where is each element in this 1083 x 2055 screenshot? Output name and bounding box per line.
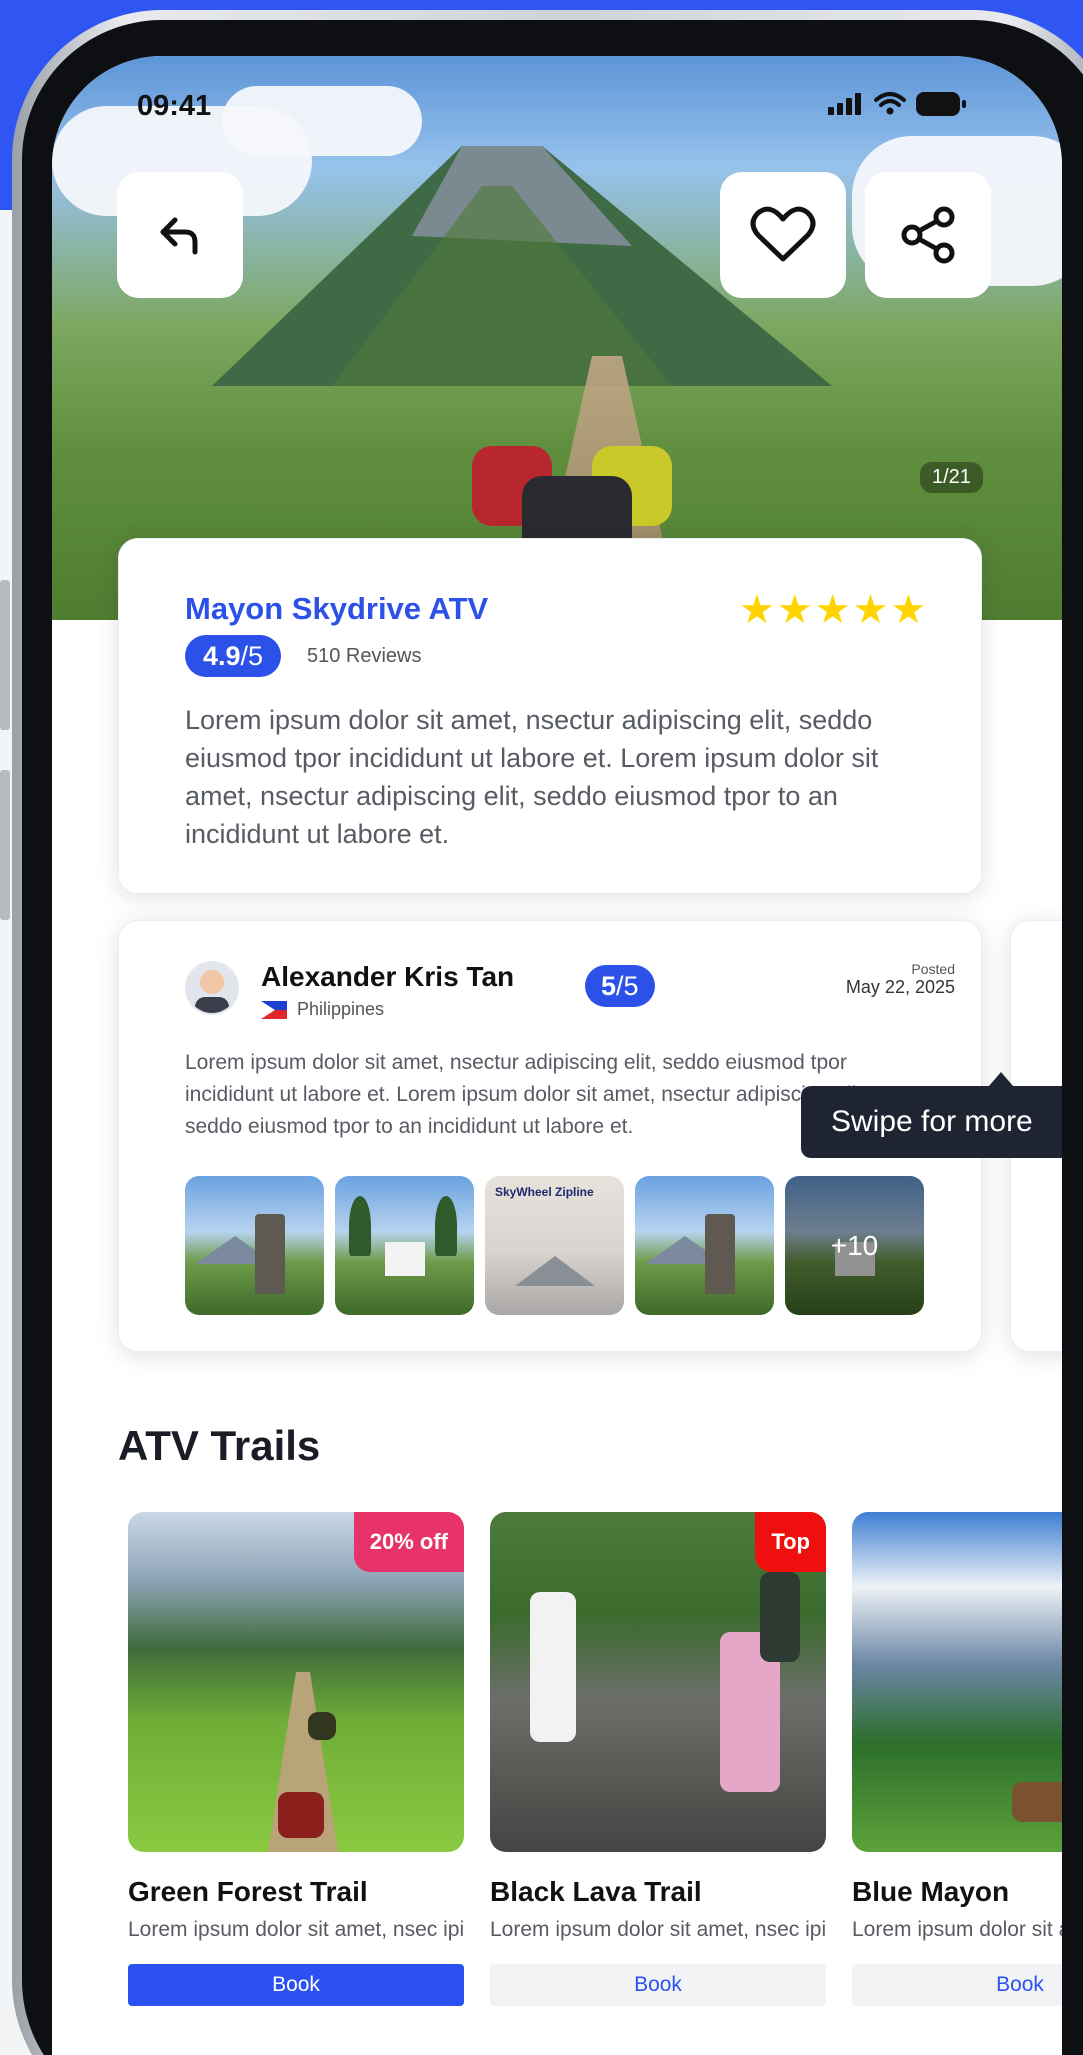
person-shape: [760, 1572, 800, 1662]
review-photo[interactable]: [335, 1176, 474, 1315]
trail-image[interactable]: [852, 1512, 1062, 1852]
reviewer-name: Alexander Kris Tan: [261, 961, 515, 992]
bell-tower-shape: [705, 1214, 735, 1294]
book-button[interactable]: Book: [128, 1964, 464, 2006]
photo-sign-text: SkyWheel Zipline: [495, 1185, 594, 1199]
heart-icon: [750, 206, 816, 262]
palm-tree-shape: [349, 1196, 371, 1256]
signal-icon: [828, 93, 861, 115]
rating-suffix: /5: [240, 640, 264, 671]
trail-description: Lorem ipsum dolor sit amet, nsec ipiscin…: [852, 1918, 1062, 1941]
chapel-shape: [385, 1242, 425, 1276]
atv-shape: [308, 1712, 336, 1740]
atv-shape: [278, 1792, 324, 1838]
volume-button-lower: [0, 770, 10, 920]
rating-badge: 4.9 /5: [185, 635, 282, 677]
place-info-card: Mayon Skydrive ATV ★★★★★ 4.9 /5 510 Revi…: [118, 538, 982, 894]
animal-shape: [1012, 1782, 1062, 1822]
book-button[interactable]: Book: [852, 1964, 1062, 2006]
trail-description: Lorem ipsum dolor sit amet, nsec ipiscin…: [128, 1918, 464, 1941]
swipe-tooltip: Swipe for more: [801, 1072, 1062, 1158]
battery-icon: [916, 92, 966, 116]
more-photos-count: +10: [785, 1176, 924, 1315]
trail-name: Green Forest Trail: [128, 1876, 368, 1907]
review-photo[interactable]: [185, 1176, 324, 1315]
wifi-icon: [874, 92, 906, 115]
avatar: [185, 961, 239, 1015]
trail-name: Blue Mayon: [852, 1876, 1010, 1907]
philippines-flag-icon: [261, 1001, 287, 1019]
review-photo-strip: SkyWheel Zipline +10: [185, 1176, 924, 1315]
app-screen: 09:41 1/21 Mayon Skydrive ATV ★★★★★ 4.9 …: [52, 56, 1062, 2055]
trail-image[interactable]: Top: [490, 1512, 826, 1852]
place-title: Mayon Skydrive ATV: [185, 591, 489, 626]
trail-card-green-forest[interactable]: 20% off Green Forest Trail Lorem ipsum d…: [128, 1512, 464, 2006]
palm-tree-shape: [435, 1196, 457, 1256]
reviewer-country: Philippines: [297, 999, 385, 1019]
trail-description: Lorem ipsum dolor sit amet, nsec ipiscin…: [490, 1918, 826, 1941]
section-title: ATV Trails: [118, 1422, 321, 1469]
trail-name: Black Lava Trail: [490, 1876, 702, 1907]
share-button[interactable]: [865, 172, 991, 298]
discount-badge: 20% off: [353, 1512, 464, 1572]
status-icons: [828, 92, 966, 116]
review-score-value: 5: [601, 970, 617, 1001]
bell-tower-shape: [255, 1214, 285, 1294]
review-photo[interactable]: SkyWheel Zipline: [485, 1176, 624, 1315]
hero-image[interactable]: 09:41 1/21: [52, 56, 1062, 620]
person-shape: [530, 1592, 576, 1742]
back-arrow-icon: [160, 217, 198, 255]
review-score-suffix: /5: [616, 970, 639, 1001]
share-icon: [901, 206, 955, 264]
book-button[interactable]: Book: [490, 1964, 826, 2006]
volcano-shape: [515, 1256, 595, 1286]
review-count-link[interactable]: 510 Reviews: [307, 645, 422, 668]
photo-counter: 1/21: [920, 462, 983, 493]
volume-button: [0, 580, 10, 730]
trail-image[interactable]: 20% off: [128, 1512, 464, 1852]
back-button[interactable]: [117, 172, 243, 298]
trail-card-black-lava[interactable]: Top Black Lava Trail Lorem ipsum dolor s…: [490, 1512, 826, 2006]
review-photo-more[interactable]: +10: [785, 1176, 924, 1315]
trail-card-blue-mayon[interactable]: Blue Mayon Lorem ipsum dolor sit amet, n…: [852, 1512, 1062, 2006]
star-rating-icon: ★★★★★: [739, 588, 929, 632]
rating-value: 4.9: [203, 640, 241, 671]
status-time: 09:41: [137, 90, 212, 122]
review-score-badge: 5 /5: [585, 965, 655, 1007]
favorite-button[interactable]: [720, 172, 846, 298]
place-description: Lorem ipsum dolor sit amet, nsectur adip…: [185, 705, 879, 849]
top-badge: Top: [755, 1512, 826, 1572]
posted-date: May 22, 2025: [845, 977, 955, 997]
posted-label: Posted: [911, 961, 955, 977]
review-photo[interactable]: [635, 1176, 774, 1315]
